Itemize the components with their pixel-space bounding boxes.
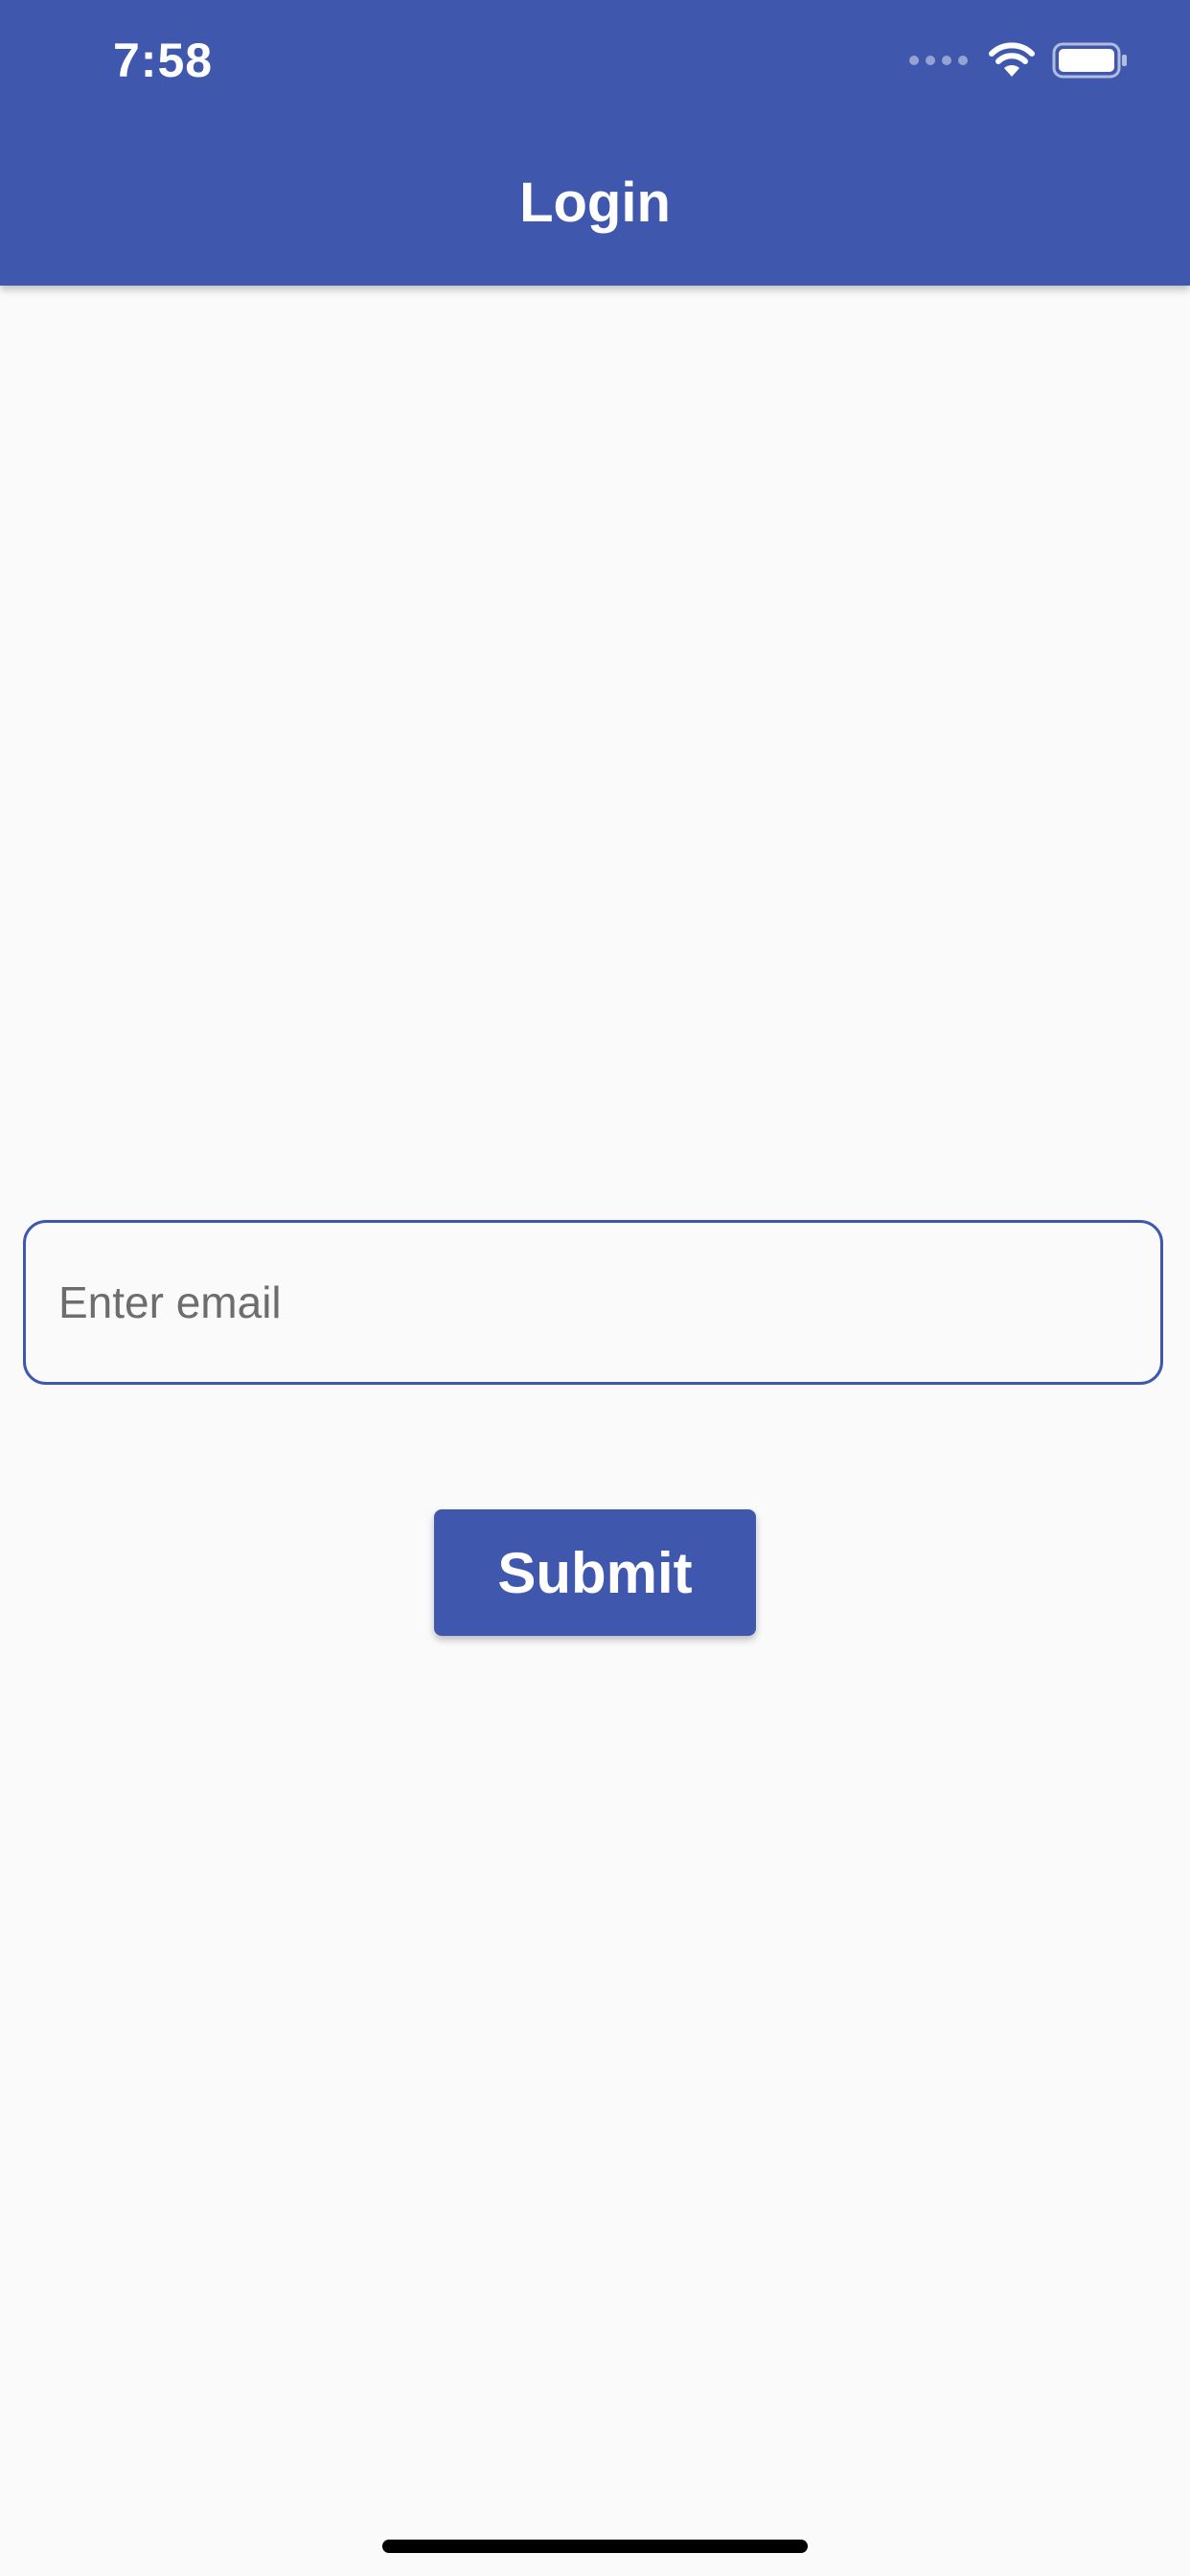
- page-title: Login: [519, 172, 671, 234]
- email-field[interactable]: [23, 1220, 1163, 1385]
- status-bar-icons: [909, 42, 1129, 79]
- status-bar-time: 7:58: [113, 34, 214, 87]
- email-input[interactable]: [58, 1223, 1122, 1382]
- app-bar: 7:58 Login: [0, 0, 1190, 286]
- battery-icon: [1052, 42, 1129, 79]
- wifi-icon: [989, 42, 1035, 79]
- signal-dots-icon: [909, 56, 968, 65]
- submit-button[interactable]: Submit: [434, 1509, 756, 1636]
- home-indicator: [382, 2540, 808, 2553]
